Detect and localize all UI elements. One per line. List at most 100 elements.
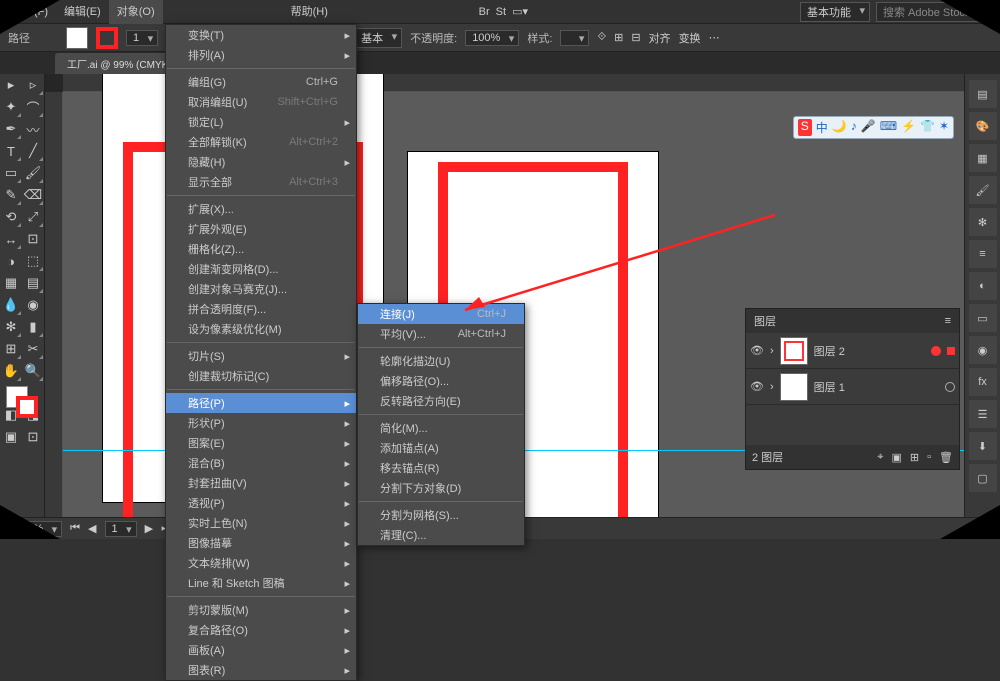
menu-item[interactable]: 图案(E) [166, 433, 356, 453]
eraser-tool[interactable]: ⌫ [22, 184, 44, 206]
menu-item[interactable]: 偏移路径(O)... [358, 371, 524, 391]
menu-item[interactable]: 实时上色(N) [166, 513, 356, 533]
ime-logo-icon[interactable]: S [798, 119, 812, 136]
menu-item[interactable]: 切片(S) [166, 346, 356, 366]
menu-item[interactable]: 混合(B) [166, 453, 356, 473]
fill-stroke-proxy[interactable] [0, 382, 44, 426]
trash-icon[interactable]: 🗑 [939, 451, 953, 464]
ime-toolbar[interactable]: S 中 🌙 ♪ 🎤 ⌨ ⚡ 👕 ✶ [793, 116, 954, 139]
recolor-icon[interactable]: ⟐ [597, 31, 606, 44]
menu-item[interactable]: 反转路径方向(E) [358, 391, 524, 411]
panel-graphic-icon[interactable]: fx [969, 368, 997, 396]
free-transform-tool[interactable]: ⊡ [22, 228, 44, 250]
panel-grad-icon[interactable]: ◐ [969, 272, 997, 300]
menu-item[interactable]: 平均(V)...Alt+Ctrl+J [358, 324, 524, 344]
arrange-icon[interactable]: ▭▾ [512, 5, 528, 18]
artboard-nav-next-icon[interactable]: ▶ [145, 522, 153, 535]
panel-trans-icon[interactable]: ▭ [969, 304, 997, 332]
menu-item[interactable]: 封套扭曲(V) [166, 473, 356, 493]
stroke-proxy[interactable] [16, 396, 38, 418]
visibility-icon[interactable]: 👁 [750, 344, 764, 357]
menu-item[interactable]: 锁定(L) [166, 112, 356, 132]
zoom-tool[interactable]: 🔍 [22, 360, 44, 382]
menu-item[interactable]: 画板(A) [166, 640, 356, 660]
menu-item[interactable]: 透视(P) [166, 493, 356, 513]
screen-mode-icon[interactable]: ▣ [0, 426, 22, 448]
menu-item[interactable]: Line 和 Sketch 图稿 [166, 573, 356, 593]
selection-tool[interactable]: ▸ [0, 74, 22, 96]
opacity-value[interactable]: 100% [465, 30, 519, 46]
menu-item[interactable]: 剪切蒙版(M) [166, 600, 356, 620]
menu-item[interactable]: 文本绕排(W) [166, 553, 356, 573]
align-icon[interactable]: ⊞ [614, 31, 623, 44]
ruler-vertical[interactable] [45, 92, 63, 517]
layer-name[interactable]: 图层 1 [814, 379, 845, 395]
panel-prop-icon[interactable]: ▤ [969, 80, 997, 108]
hand-tool[interactable]: ✋ [0, 360, 22, 382]
expand-icon[interactable]: › [770, 381, 774, 393]
ime-keyboard-icon[interactable]: ⌨ [880, 119, 897, 136]
style-value[interactable] [560, 30, 589, 46]
menu-item[interactable]: 连接(J)Ctrl+J [358, 304, 524, 324]
layer-target-icon[interactable] [931, 346, 941, 356]
artboard-number[interactable]: 1 [105, 521, 137, 537]
artboard-nav-prev-icon[interactable]: ◀ [88, 522, 96, 535]
panel-layers-icon[interactable]: ☰ [969, 400, 997, 428]
ime-moon-icon[interactable]: 🌙 [832, 119, 847, 136]
menu-object[interactable]: 对象(O) [109, 0, 163, 24]
align-label[interactable]: 对齐 [649, 30, 671, 46]
menu-item[interactable]: 路径(P) [166, 393, 356, 413]
menu-item[interactable]: 隐藏(H) [166, 152, 356, 172]
menu-item[interactable]: 图表(R) [166, 660, 356, 680]
menu-item[interactable]: 分割为网格(S)... [358, 505, 524, 525]
new-layer-icon[interactable]: ▫ [927, 451, 931, 463]
menu-item[interactable]: 排列(A) [166, 45, 356, 65]
menu-item[interactable]: 编组(G)Ctrl+G [166, 72, 356, 92]
slice-tool[interactable]: ✂ [22, 338, 44, 360]
symbol-spray-tool[interactable]: ✻ [0, 316, 22, 338]
stock-icon[interactable]: St [496, 6, 506, 18]
ime-mic-icon[interactable]: 🎤 [861, 119, 876, 136]
eyedropper-tool[interactable]: 💧 [0, 294, 22, 316]
clip-icon[interactable]: ▣ [892, 451, 902, 464]
ime-sound-icon[interactable]: ♪ [851, 119, 857, 136]
panel-color-icon[interactable]: 🎨 [969, 112, 997, 140]
curvature-tool[interactable]: 〰 [22, 118, 44, 140]
menu-item[interactable]: 形状(P) [166, 413, 356, 433]
magic-wand-tool[interactable]: ✦ [0, 96, 22, 118]
line-tool[interactable]: ╱ [22, 140, 44, 162]
stroke-swatch[interactable] [96, 27, 118, 49]
menu-item[interactable]: 创建渐变网格(D)... [166, 259, 356, 279]
panel-symbol-icon[interactable]: ✻ [969, 208, 997, 236]
expand-icon[interactable]: › [770, 345, 774, 357]
workspace-switcher[interactable]: 基本功能 [800, 2, 870, 22]
gradient-tool[interactable]: ▤ [22, 272, 44, 294]
ime-skin-icon[interactable]: 👕 [920, 119, 935, 136]
graph-tool[interactable]: ▮ [22, 316, 44, 338]
locate-icon[interactable]: ⌖ [877, 451, 883, 464]
shaper-tool[interactable]: ✎ [0, 184, 22, 206]
pen-tool[interactable]: ✒ [0, 118, 22, 140]
panel-menu-icon[interactable]: ≡ [945, 315, 951, 327]
direct-select-tool[interactable]: ▹ [22, 74, 44, 96]
layer-name[interactable]: 图层 2 [814, 343, 845, 359]
rectangle-tool[interactable]: ▭ [0, 162, 22, 184]
visibility-icon[interactable]: 👁 [750, 380, 764, 393]
menu-item[interactable]: 复合路径(O) [166, 620, 356, 640]
layer-row[interactable]: 👁 › 图层 1 [746, 369, 959, 405]
mesh-tool[interactable]: ▦ [0, 272, 22, 294]
menu-item[interactable]: 简化(M)... [358, 418, 524, 438]
layer-row[interactable]: 👁 › 图层 2 [746, 333, 959, 369]
menu-item[interactable]: 栅格化(Z)... [166, 239, 356, 259]
lasso-tool[interactable]: ⌒ [22, 96, 44, 118]
width-tool[interactable]: ↔ [0, 228, 22, 250]
stroke-weight[interactable]: 1 [126, 30, 158, 46]
blend-tool[interactable]: ◉ [22, 294, 44, 316]
type-tool[interactable]: T [0, 140, 22, 162]
menu-item[interactable]: 拼合透明度(F)... [166, 299, 356, 319]
change-screen-icon[interactable]: ⊡ [22, 426, 44, 448]
brush-tool[interactable]: 🖌 [22, 162, 44, 184]
menu-item[interactable]: 添加锚点(A) [358, 438, 524, 458]
menu-item[interactable]: 轮廓化描边(U) [358, 351, 524, 371]
panel-appear-icon[interactable]: ◉ [969, 336, 997, 364]
